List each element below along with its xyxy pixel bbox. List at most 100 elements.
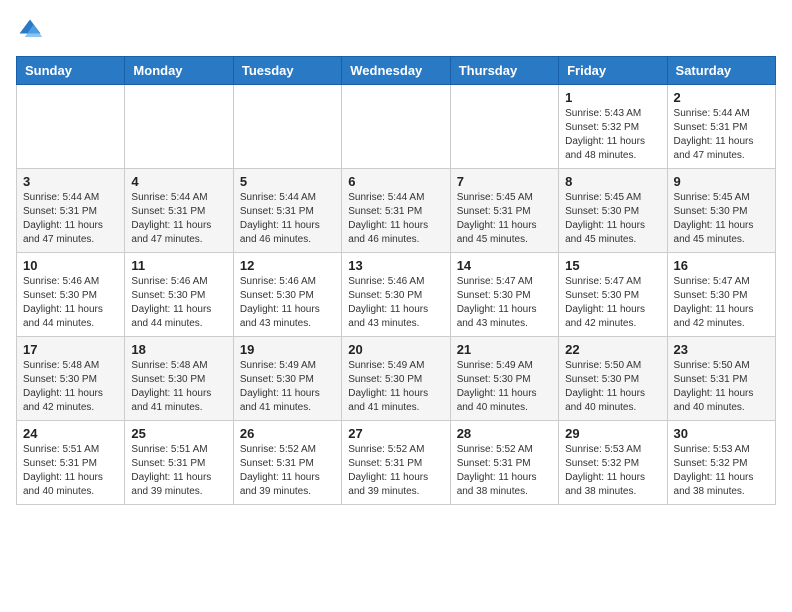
day-info: Sunrise: 5:46 AM Sunset: 5:30 PM Dayligh… [23,275,118,331]
day-info: Sunrise: 5:46 AM Sunset: 5:30 PM Dayligh… [240,275,335,331]
calendar-week-3: 10Sunrise: 5:46 AM Sunset: 5:30 PM Dayli… [17,253,776,337]
day-number: 17 [23,342,118,357]
calendar-cell-5-4: 27 Sunrise: 5:52 AM Sunset: 5:31 PM Dayli… [342,421,450,505]
day-info: Sunrise: 5:45 AM Sunset: 5:31 PM Dayligh… [457,191,552,247]
calendar-table: SundayMondayTuesdayWednesdayThursdayFrid… [16,56,776,505]
day-number: 3 [23,174,118,189]
day-info: Sunrise: 5:44 AM Sunset: 5:31 PM Dayligh… [674,107,769,163]
calendar-header-friday: Friday [559,57,667,85]
calendar-cell-4-2: 18Sunrise: 5:48 AM Sunset: 5:30 PM Dayli… [125,337,233,421]
calendar-cell-2-3: 5 Sunrise: 5:44 AM Sunset: 5:31 PM Daylig… [233,169,341,253]
day-info: Sunrise: 5:50 AM Sunset: 5:30 PM Dayligh… [565,359,660,415]
calendar-cell-1-6: 1 Sunrise: 5:43 AM Sunset: 5:32 PM Daylig… [559,85,667,169]
calendar-cell-5-6: 29 Sunrise: 5:53 AM Sunset: 5:32 PM Dayli… [559,421,667,505]
day-number: 25 [131,426,226,441]
day-info: Sunrise: 5:47 AM Sunset: 5:30 PM Dayligh… [565,275,660,331]
day-number: 29 [565,426,660,441]
calendar-cell-4-3: 19 Sunrise: 5:49 AM Sunset: 5:30 PM Dayli… [233,337,341,421]
day-number: 15 [565,258,660,273]
day-number: 5 [240,174,335,189]
day-number: 30 [674,426,769,441]
day-info: Sunrise: 5:44 AM Sunset: 5:31 PM Dayligh… [348,191,443,247]
day-number: 1 [565,90,660,105]
calendar-header-tuesday: Tuesday [233,57,341,85]
day-number: 12 [240,258,335,273]
calendar-week-4: 17 Sunrise: 5:48 AM Sunset: 5:30 PM Dayli… [17,337,776,421]
day-number: 6 [348,174,443,189]
logo-icon [16,16,44,44]
calendar-cell-1-2 [125,85,233,169]
day-number: 19 [240,342,335,357]
day-info: Sunrise: 5:53 AM Sunset: 5:32 PM Dayligh… [674,443,769,499]
day-number: 22 [565,342,660,357]
day-info: Sunrise: 5:52 AM Sunset: 5:31 PM Dayligh… [348,443,443,499]
calendar-cell-3-4: 13 Sunrise: 5:46 AM Sunset: 5:30 PM Dayli… [342,253,450,337]
calendar-week-2: 3 Sunrise: 5:44 AM Sunset: 5:31 PM Daylig… [17,169,776,253]
calendar-cell-5-1: 24Sunrise: 5:51 AM Sunset: 5:31 PM Dayli… [17,421,125,505]
day-number: 11 [131,258,226,273]
day-info: Sunrise: 5:44 AM Sunset: 5:31 PM Dayligh… [131,191,226,247]
day-number: 20 [348,342,443,357]
day-number: 2 [674,90,769,105]
calendar-header-saturday: Saturday [667,57,775,85]
day-info: Sunrise: 5:52 AM Sunset: 5:31 PM Dayligh… [240,443,335,499]
day-number: 28 [457,426,552,441]
day-info: Sunrise: 5:48 AM Sunset: 5:30 PM Dayligh… [131,359,226,415]
calendar-cell-5-3: 26Sunrise: 5:52 AM Sunset: 5:31 PM Dayli… [233,421,341,505]
day-info: Sunrise: 5:44 AM Sunset: 5:31 PM Dayligh… [23,191,118,247]
day-number: 9 [674,174,769,189]
calendar-cell-3-7: 16 Sunrise: 5:47 AM Sunset: 5:30 PM Dayli… [667,253,775,337]
day-info: Sunrise: 5:52 AM Sunset: 5:31 PM Dayligh… [457,443,552,499]
page-header [16,16,776,44]
day-info: Sunrise: 5:46 AM Sunset: 5:30 PM Dayligh… [131,275,226,331]
day-number: 8 [565,174,660,189]
day-info: Sunrise: 5:47 AM Sunset: 5:30 PM Dayligh… [457,275,552,331]
day-info: Sunrise: 5:49 AM Sunset: 5:30 PM Dayligh… [240,359,335,415]
day-number: 24 [23,426,118,441]
calendar-cell-4-6: 22 Sunrise: 5:50 AM Sunset: 5:30 PM Dayli… [559,337,667,421]
calendar-cell-1-7: 2 Sunrise: 5:44 AM Sunset: 5:31 PM Daylig… [667,85,775,169]
calendar-cell-2-5: 7 Sunrise: 5:45 AM Sunset: 5:31 PM Daylig… [450,169,558,253]
calendar-cell-3-6: 15 Sunrise: 5:47 AM Sunset: 5:30 PM Dayli… [559,253,667,337]
day-number: 4 [131,174,226,189]
calendar-cell-3-1: 10Sunrise: 5:46 AM Sunset: 5:30 PM Dayli… [17,253,125,337]
calendar-cell-4-7: 23 Sunrise: 5:50 AM Sunset: 5:31 PM Dayli… [667,337,775,421]
day-info: Sunrise: 5:43 AM Sunset: 5:32 PM Dayligh… [565,107,660,163]
calendar-header-row: SundayMondayTuesdayWednesdayThursdayFrid… [17,57,776,85]
day-number: 27 [348,426,443,441]
calendar-cell-5-5: 28 Sunrise: 5:52 AM Sunset: 5:31 PM Dayli… [450,421,558,505]
calendar-cell-2-6: 8 Sunrise: 5:45 AM Sunset: 5:30 PM Daylig… [559,169,667,253]
day-number: 13 [348,258,443,273]
calendar-cell-2-2: 4 Sunrise: 5:44 AM Sunset: 5:31 PM Daylig… [125,169,233,253]
calendar-cell-3-2: 11 Sunrise: 5:46 AM Sunset: 5:30 PM Dayli… [125,253,233,337]
day-info: Sunrise: 5:45 AM Sunset: 5:30 PM Dayligh… [565,191,660,247]
day-info: Sunrise: 5:49 AM Sunset: 5:30 PM Dayligh… [457,359,552,415]
calendar-cell-2-7: 9 Sunrise: 5:45 AM Sunset: 5:30 PM Daylig… [667,169,775,253]
calendar-week-5: 24 Sunrise: 5:51 AM Sunset: 5:31 PM Dayli… [17,421,776,505]
day-info: Sunrise: 5:50 AM Sunset: 5:31 PM Dayligh… [674,359,769,415]
calendar-cell-4-1: 17 Sunrise: 5:48 AM Sunset: 5:30 PM Dayli… [17,337,125,421]
day-info: Sunrise: 5:48 AM Sunset: 5:30 PM Dayligh… [23,359,118,415]
day-number: 7 [457,174,552,189]
calendar-cell-3-5: 14 Sunrise: 5:47 AM Sunset: 5:30 PM Dayli… [450,253,558,337]
calendar-cell-2-1: 3 Sunrise: 5:44 AM Sunset: 5:31 PM Daylig… [17,169,125,253]
day-info: Sunrise: 5:51 AM Sunset: 5:31 PM Dayligh… [131,443,226,499]
calendar-header-sunday: Sunday [17,57,125,85]
calendar-cell-5-2: 25 Sunrise: 5:51 AM Sunset: 5:31 PM Dayli… [125,421,233,505]
calendar-cell-4-5: 21Sunrise: 5:49 AM Sunset: 5:30 PM Dayli… [450,337,558,421]
day-info: Sunrise: 5:46 AM Sunset: 5:30 PM Dayligh… [348,275,443,331]
calendar-cell-2-4: 6 Sunrise: 5:44 AM Sunset: 5:31 PM Daylig… [342,169,450,253]
day-info: Sunrise: 5:47 AM Sunset: 5:30 PM Dayligh… [674,275,769,331]
calendar-cell-3-3: 12 Sunrise: 5:46 AM Sunset: 5:30 PM Dayli… [233,253,341,337]
day-info: Sunrise: 5:53 AM Sunset: 5:32 PM Dayligh… [565,443,660,499]
calendar-header-monday: Monday [125,57,233,85]
day-number: 14 [457,258,552,273]
calendar-cell-4-4: 20Sunrise: 5:49 AM Sunset: 5:30 PM Dayli… [342,337,450,421]
day-info: Sunrise: 5:44 AM Sunset: 5:31 PM Dayligh… [240,191,335,247]
day-number: 23 [674,342,769,357]
day-info: Sunrise: 5:45 AM Sunset: 5:30 PM Dayligh… [674,191,769,247]
day-number: 16 [674,258,769,273]
calendar-cell-1-5 [450,85,558,169]
calendar-cell-1-4 [342,85,450,169]
calendar-header-wednesday: Wednesday [342,57,450,85]
